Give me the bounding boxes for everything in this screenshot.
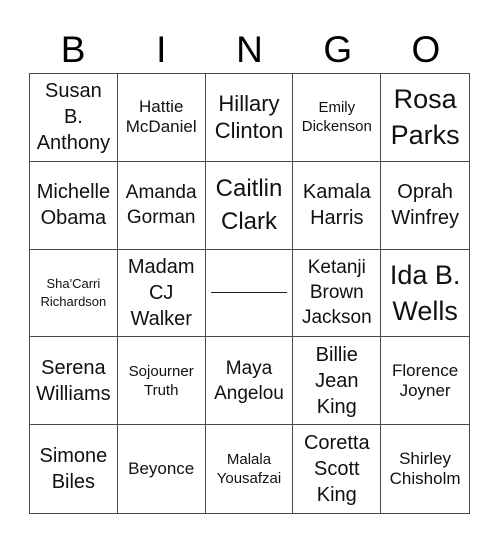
bingo-cell[interactable]: Serena Williams (30, 337, 118, 426)
header-letter-i: I (156, 29, 167, 70)
header-letter-g: G (323, 29, 353, 70)
bingo-cell[interactable]: Sojourner Truth (117, 337, 206, 426)
bingo-cell[interactable]: Maya Angelou (205, 337, 294, 426)
cell-text: Billie Jean King (315, 343, 359, 418)
bingo-cell[interactable]: Florence Joyner (381, 337, 469, 426)
cell-text: Rosa Parks (390, 84, 460, 151)
cell-text: Florence Joyner (392, 360, 459, 400)
cell-text: Malala Yousafzai (216, 451, 282, 488)
bingo-cell[interactable]: Oprah Winfrey (381, 162, 469, 250)
cell-text: Beyonce (128, 459, 195, 479)
bingo-cell[interactable]: Amanda Gorman (117, 161, 206, 250)
free-space-cell[interactable] (205, 249, 294, 338)
bingo-cell[interactable]: Emily Dickenson (293, 74, 382, 162)
bingo-cell[interactable]: Shirley Chisholm (381, 425, 469, 513)
bingo-cell[interactable]: Coretta Scott King (293, 425, 382, 513)
cell-text: Coretta Scott King (303, 432, 370, 507)
bingo-cell[interactable]: Kamala Harris (293, 161, 382, 250)
cell-text: Sojourner Truth (128, 362, 194, 399)
cell-text: Serena Williams (36, 356, 111, 405)
cell-text: Oprah Winfrey (391, 181, 459, 230)
cell-text: Ida B. Wells (389, 259, 461, 326)
cell-text: Michelle Obama (36, 181, 111, 230)
header-letter-b: B (60, 29, 86, 70)
bingo-cell[interactable]: Sha'Carri Richardson (30, 249, 118, 338)
cell-text: Shirley Chisholm (389, 449, 461, 489)
bingo-cell[interactable]: Caitlin Clark (205, 161, 294, 250)
bingo-header: B I N G O (29, 28, 470, 72)
bingo-card: Susan B. Anthony Hattie McDaniel Hillary… (29, 73, 470, 514)
header-letter-n: N (236, 29, 263, 70)
header-letter-o: O (411, 29, 441, 70)
cell-text: Maya Angelou (214, 357, 284, 404)
cell-text: Hattie McDaniel (125, 97, 197, 137)
bingo-cell[interactable]: Susan B. Anthony (30, 74, 118, 162)
cell-text: Sha'Carri Richardson (40, 275, 107, 309)
bingo-cell[interactable]: Michelle Obama (30, 161, 118, 250)
cell-text: Madam CJ Walker (127, 255, 195, 330)
bingo-cell[interactable]: Rosa Parks (381, 74, 469, 162)
cell-text: Hillary Clinton (214, 91, 284, 144)
free-space-line (210, 292, 287, 294)
bingo-cell[interactable]: Hillary Clinton (205, 74, 294, 162)
bingo-cell[interactable]: Malala Yousafzai (206, 425, 294, 513)
cell-text: Emily Dickenson (301, 99, 372, 136)
cell-text: Simone Biles (39, 445, 108, 494)
bingo-cell[interactable]: Hattie McDaniel (117, 74, 206, 162)
bingo-cell[interactable]: Billie Jean King (293, 337, 382, 426)
bingo-cell[interactable]: Simone Biles (30, 425, 118, 513)
cell-text: Amanda Gorman (125, 182, 197, 229)
bingo-cell[interactable]: Ketanji Brown Jackson (293, 249, 382, 338)
bingo-cell[interactable]: Madam CJ Walker (117, 249, 206, 338)
cell-text: Susan B. Anthony (36, 80, 111, 155)
cell-text: Caitlin Clark (215, 175, 283, 236)
cell-text: Kamala Harris (302, 181, 371, 230)
bingo-cell[interactable]: Ida B. Wells (381, 250, 469, 338)
cell-text: Ketanji Brown Jackson (301, 257, 372, 329)
bingo-cell[interactable]: Beyonce (118, 425, 206, 513)
